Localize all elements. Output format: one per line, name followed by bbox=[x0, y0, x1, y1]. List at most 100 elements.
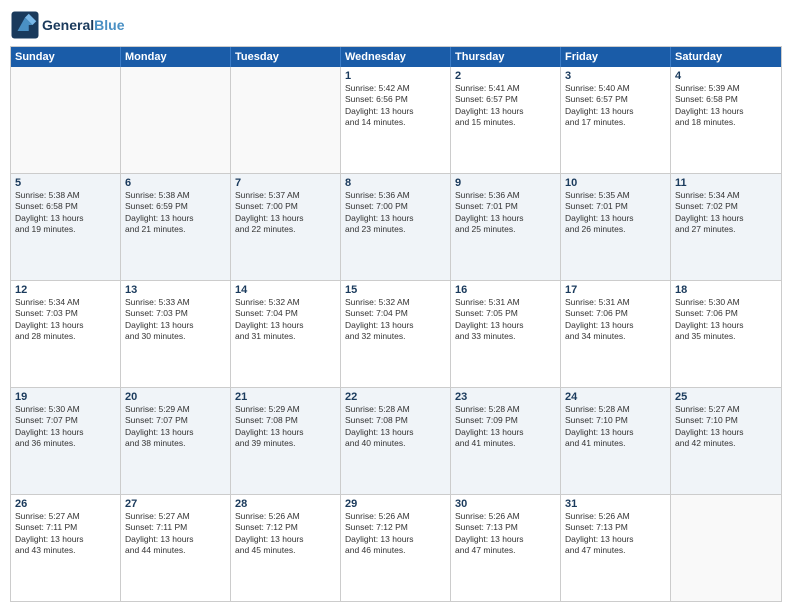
week-row-4: 19Sunrise: 5:30 AM Sunset: 7:07 PM Dayli… bbox=[11, 387, 781, 494]
day-info: Sunrise: 5:37 AM Sunset: 7:00 PM Dayligh… bbox=[235, 190, 336, 236]
day-cell-21: 21Sunrise: 5:29 AM Sunset: 7:08 PM Dayli… bbox=[231, 388, 341, 494]
day-cell-17: 17Sunrise: 5:31 AM Sunset: 7:06 PM Dayli… bbox=[561, 281, 671, 387]
day-cell-26: 26Sunrise: 5:27 AM Sunset: 7:11 PM Dayli… bbox=[11, 495, 121, 601]
day-cell-24: 24Sunrise: 5:28 AM Sunset: 7:10 PM Dayli… bbox=[561, 388, 671, 494]
day-number: 26 bbox=[15, 498, 116, 510]
day-number: 3 bbox=[565, 70, 666, 82]
day-number: 18 bbox=[675, 284, 777, 296]
day-info: Sunrise: 5:38 AM Sunset: 6:59 PM Dayligh… bbox=[125, 190, 226, 236]
page-container: GeneralBlue SundayMondayTuesdayWednesday… bbox=[0, 0, 792, 612]
day-cell-12: 12Sunrise: 5:34 AM Sunset: 7:03 PM Dayli… bbox=[11, 281, 121, 387]
day-cell-11: 11Sunrise: 5:34 AM Sunset: 7:02 PM Dayli… bbox=[671, 174, 781, 280]
day-info: Sunrise: 5:26 AM Sunset: 7:13 PM Dayligh… bbox=[565, 511, 666, 557]
day-number: 29 bbox=[345, 498, 446, 510]
week-row-1: 1Sunrise: 5:42 AM Sunset: 6:56 PM Daylig… bbox=[11, 67, 781, 173]
logo-icon bbox=[10, 10, 40, 40]
day-cell-31: 31Sunrise: 5:26 AM Sunset: 7:13 PM Dayli… bbox=[561, 495, 671, 601]
day-number: 7 bbox=[235, 177, 336, 189]
day-cell-10: 10Sunrise: 5:35 AM Sunset: 7:01 PM Dayli… bbox=[561, 174, 671, 280]
day-info: Sunrise: 5:31 AM Sunset: 7:06 PM Dayligh… bbox=[565, 297, 666, 343]
day-info: Sunrise: 5:41 AM Sunset: 6:57 PM Dayligh… bbox=[455, 83, 556, 129]
day-cell-28: 28Sunrise: 5:26 AM Sunset: 7:12 PM Dayli… bbox=[231, 495, 341, 601]
day-cell-5: 5Sunrise: 5:38 AM Sunset: 6:58 PM Daylig… bbox=[11, 174, 121, 280]
day-number: 22 bbox=[345, 391, 446, 403]
day-cell-23: 23Sunrise: 5:28 AM Sunset: 7:09 PM Dayli… bbox=[451, 388, 561, 494]
day-header-sunday: Sunday bbox=[11, 47, 121, 67]
day-info: Sunrise: 5:26 AM Sunset: 7:12 PM Dayligh… bbox=[345, 511, 446, 557]
day-cell-8: 8Sunrise: 5:36 AM Sunset: 7:00 PM Daylig… bbox=[341, 174, 451, 280]
day-header-thursday: Thursday bbox=[451, 47, 561, 67]
day-number: 12 bbox=[15, 284, 116, 296]
day-info: Sunrise: 5:39 AM Sunset: 6:58 PM Dayligh… bbox=[675, 83, 777, 129]
day-header-friday: Friday bbox=[561, 47, 671, 67]
day-info: Sunrise: 5:34 AM Sunset: 7:02 PM Dayligh… bbox=[675, 190, 777, 236]
day-info: Sunrise: 5:38 AM Sunset: 6:58 PM Dayligh… bbox=[15, 190, 116, 236]
page-header: GeneralBlue bbox=[10, 10, 782, 40]
day-cell-30: 30Sunrise: 5:26 AM Sunset: 7:13 PM Dayli… bbox=[451, 495, 561, 601]
logo-text: GeneralBlue bbox=[42, 17, 124, 33]
day-number: 24 bbox=[565, 391, 666, 403]
day-number: 5 bbox=[15, 177, 116, 189]
day-info: Sunrise: 5:30 AM Sunset: 7:06 PM Dayligh… bbox=[675, 297, 777, 343]
day-number: 1 bbox=[345, 70, 446, 82]
day-cell-7: 7Sunrise: 5:37 AM Sunset: 7:00 PM Daylig… bbox=[231, 174, 341, 280]
day-info: Sunrise: 5:28 AM Sunset: 7:08 PM Dayligh… bbox=[345, 404, 446, 450]
day-header-tuesday: Tuesday bbox=[231, 47, 341, 67]
day-info: Sunrise: 5:36 AM Sunset: 7:01 PM Dayligh… bbox=[455, 190, 556, 236]
day-cell-empty-6 bbox=[671, 495, 781, 601]
day-cell-19: 19Sunrise: 5:30 AM Sunset: 7:07 PM Dayli… bbox=[11, 388, 121, 494]
week-row-5: 26Sunrise: 5:27 AM Sunset: 7:11 PM Dayli… bbox=[11, 494, 781, 601]
week-row-2: 5Sunrise: 5:38 AM Sunset: 6:58 PM Daylig… bbox=[11, 173, 781, 280]
day-info: Sunrise: 5:42 AM Sunset: 6:56 PM Dayligh… bbox=[345, 83, 446, 129]
day-cell-4: 4Sunrise: 5:39 AM Sunset: 6:58 PM Daylig… bbox=[671, 67, 781, 173]
day-info: Sunrise: 5:27 AM Sunset: 7:11 PM Dayligh… bbox=[125, 511, 226, 557]
day-info: Sunrise: 5:34 AM Sunset: 7:03 PM Dayligh… bbox=[15, 297, 116, 343]
day-cell-16: 16Sunrise: 5:31 AM Sunset: 7:05 PM Dayli… bbox=[451, 281, 561, 387]
day-info: Sunrise: 5:26 AM Sunset: 7:13 PM Dayligh… bbox=[455, 511, 556, 557]
day-cell-empty-0 bbox=[11, 67, 121, 173]
day-number: 15 bbox=[345, 284, 446, 296]
logo: GeneralBlue bbox=[10, 10, 124, 40]
day-cell-14: 14Sunrise: 5:32 AM Sunset: 7:04 PM Dayli… bbox=[231, 281, 341, 387]
weeks-container: 1Sunrise: 5:42 AM Sunset: 6:56 PM Daylig… bbox=[11, 67, 781, 601]
day-number: 6 bbox=[125, 177, 226, 189]
week-row-3: 12Sunrise: 5:34 AM Sunset: 7:03 PM Dayli… bbox=[11, 280, 781, 387]
day-info: Sunrise: 5:36 AM Sunset: 7:00 PM Dayligh… bbox=[345, 190, 446, 236]
day-cell-25: 25Sunrise: 5:27 AM Sunset: 7:10 PM Dayli… bbox=[671, 388, 781, 494]
day-info: Sunrise: 5:30 AM Sunset: 7:07 PM Dayligh… bbox=[15, 404, 116, 450]
day-number: 10 bbox=[565, 177, 666, 189]
day-number: 23 bbox=[455, 391, 556, 403]
day-number: 16 bbox=[455, 284, 556, 296]
day-cell-3: 3Sunrise: 5:40 AM Sunset: 6:57 PM Daylig… bbox=[561, 67, 671, 173]
day-number: 30 bbox=[455, 498, 556, 510]
day-cell-13: 13Sunrise: 5:33 AM Sunset: 7:03 PM Dayli… bbox=[121, 281, 231, 387]
day-info: Sunrise: 5:32 AM Sunset: 7:04 PM Dayligh… bbox=[345, 297, 446, 343]
day-info: Sunrise: 5:29 AM Sunset: 7:08 PM Dayligh… bbox=[235, 404, 336, 450]
day-info: Sunrise: 5:27 AM Sunset: 7:11 PM Dayligh… bbox=[15, 511, 116, 557]
day-cell-empty-1 bbox=[121, 67, 231, 173]
day-number: 2 bbox=[455, 70, 556, 82]
day-info: Sunrise: 5:28 AM Sunset: 7:09 PM Dayligh… bbox=[455, 404, 556, 450]
day-headers-row: SundayMondayTuesdayWednesdayThursdayFrid… bbox=[11, 47, 781, 67]
day-header-wednesday: Wednesday bbox=[341, 47, 451, 67]
day-info: Sunrise: 5:29 AM Sunset: 7:07 PM Dayligh… bbox=[125, 404, 226, 450]
day-cell-empty-2 bbox=[231, 67, 341, 173]
day-number: 14 bbox=[235, 284, 336, 296]
day-header-monday: Monday bbox=[121, 47, 231, 67]
day-info: Sunrise: 5:26 AM Sunset: 7:12 PM Dayligh… bbox=[235, 511, 336, 557]
day-number: 11 bbox=[675, 177, 777, 189]
day-number: 25 bbox=[675, 391, 777, 403]
day-number: 4 bbox=[675, 70, 777, 82]
day-cell-27: 27Sunrise: 5:27 AM Sunset: 7:11 PM Dayli… bbox=[121, 495, 231, 601]
day-number: 8 bbox=[345, 177, 446, 189]
day-number: 17 bbox=[565, 284, 666, 296]
day-number: 9 bbox=[455, 177, 556, 189]
day-cell-29: 29Sunrise: 5:26 AM Sunset: 7:12 PM Dayli… bbox=[341, 495, 451, 601]
day-info: Sunrise: 5:32 AM Sunset: 7:04 PM Dayligh… bbox=[235, 297, 336, 343]
day-info: Sunrise: 5:40 AM Sunset: 6:57 PM Dayligh… bbox=[565, 83, 666, 129]
day-info: Sunrise: 5:33 AM Sunset: 7:03 PM Dayligh… bbox=[125, 297, 226, 343]
day-cell-6: 6Sunrise: 5:38 AM Sunset: 6:59 PM Daylig… bbox=[121, 174, 231, 280]
day-cell-9: 9Sunrise: 5:36 AM Sunset: 7:01 PM Daylig… bbox=[451, 174, 561, 280]
day-cell-15: 15Sunrise: 5:32 AM Sunset: 7:04 PM Dayli… bbox=[341, 281, 451, 387]
day-info: Sunrise: 5:27 AM Sunset: 7:10 PM Dayligh… bbox=[675, 404, 777, 450]
